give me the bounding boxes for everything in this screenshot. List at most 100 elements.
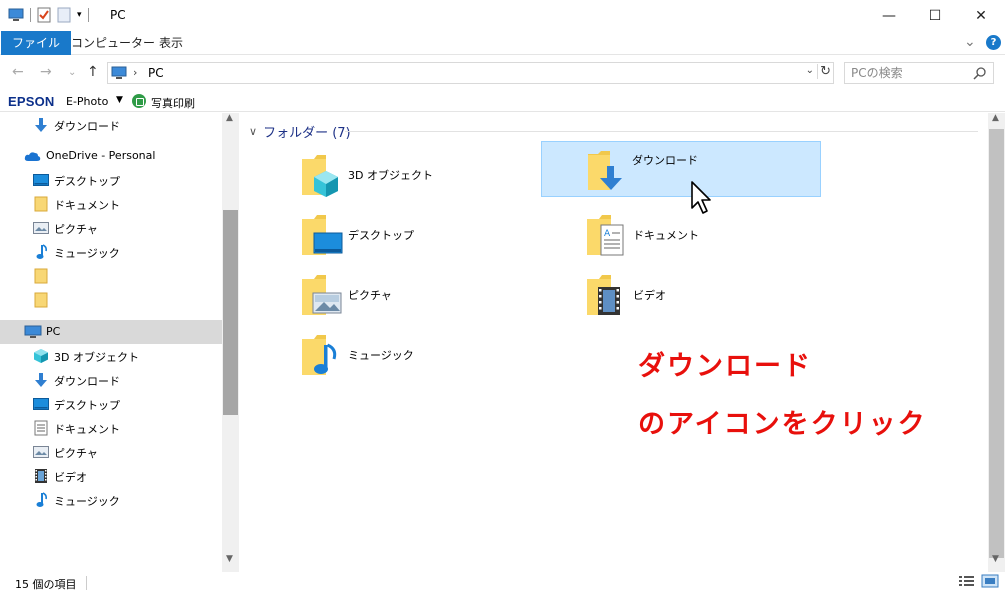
nav-item-label: デスクトップ (54, 175, 120, 188)
download-icon (35, 373, 47, 387)
pc-icon (24, 325, 42, 338)
nav-item-pictures[interactable]: ピクチャ (0, 216, 222, 240)
address-dropdown-icon[interactable]: ⌄ (806, 65, 814, 76)
close-button[interactable]: ✕ (958, 0, 1004, 31)
nav-scrollbar-thumb[interactable] (223, 210, 238, 415)
tab-view[interactable]: 表示 (148, 31, 194, 55)
nav-item-label: ビデオ (54, 471, 87, 484)
search-input[interactable] (845, 63, 965, 83)
folder-label: ダウンロード (632, 154, 698, 167)
nav-item-music[interactable]: ミュージック (0, 240, 222, 264)
nav-item-onedrive[interactable]: OneDrive - Personal (0, 144, 222, 168)
download-icon (35, 118, 47, 132)
folder-downloads[interactable]: ダウンロード (541, 141, 821, 197)
photo-print-button[interactable]: 写真印刷 (151, 95, 195, 111)
folder-documents[interactable]: A ドキュメント (585, 211, 865, 267)
scroll-up-icon[interactable]: ▲ (226, 113, 233, 123)
folder-music[interactable]: ミュージック (300, 331, 580, 387)
chevron-down-icon[interactable]: ∨ (249, 125, 257, 138)
folder-pictures[interactable]: ピクチャ (300, 271, 580, 327)
status-bar: 15 個の項目 (0, 572, 1005, 594)
forward-arrow-icon[interactable]: → (40, 64, 52, 80)
photo-print-icon[interactable] (132, 94, 146, 108)
breadcrumb-chevron-icon[interactable]: › (133, 66, 137, 79)
nav-item-downloads[interactable]: ダウンロード (0, 368, 222, 392)
address-bar[interactable]: › PC ⌄ ↻ (107, 62, 834, 84)
large-icons-view-icon[interactable] (981, 574, 999, 588)
nav-item-documents[interactable]: ドキュメント (0, 416, 222, 440)
window-title: PC (110, 8, 126, 22)
group-header-label: フォルダー (7) (263, 126, 351, 141)
content-scrollbar[interactable]: ▲ ▼ (988, 113, 1005, 572)
scroll-up-icon[interactable]: ▲ (992, 113, 999, 123)
properties-icon[interactable] (37, 7, 51, 23)
folder-label: デスクトップ (348, 229, 414, 242)
picture-icon (33, 446, 49, 458)
svg-text:A: A (604, 229, 611, 239)
nav-item-label: ダウンロード (54, 120, 120, 133)
nav-item-label: ピクチャ (54, 223, 98, 236)
search-icon (973, 67, 986, 80)
new-folder-icon[interactable] (57, 7, 71, 23)
folders-group-header[interactable]: ∨ フォルダー (7) (249, 122, 351, 141)
nav-item-label: ミュージック (54, 495, 120, 508)
refresh-icon[interactable]: ↻ (817, 64, 831, 79)
nav-item-pictures[interactable]: ピクチャ (0, 440, 222, 464)
onedrive-cloud-icon (24, 152, 41, 161)
folder-desktop[interactable]: デスクトップ (300, 211, 580, 267)
ribbon-tabs: ファイル コンピューター 表示 ⌄ ? (0, 31, 1005, 55)
pc-icon (111, 66, 127, 79)
details-view-icon[interactable] (958, 574, 976, 588)
nav-item-3d-objects[interactable]: 3D オブジェクト (0, 344, 222, 368)
folder-label: ビデオ (633, 289, 666, 302)
folder-icon (34, 268, 48, 284)
nav-item-videos[interactable]: ビデオ (0, 464, 222, 488)
recent-locations-icon[interactable]: ⌄ (68, 67, 76, 78)
nav-item-label: 3D オブジェクト (54, 351, 139, 364)
instruction-annotation: ダウンロード のアイコンをクリック (638, 338, 927, 454)
address-row: ← → ⌄ ↑ › PC ⌄ ↻ (0, 56, 1005, 90)
item-count: 15 個の項目 (15, 578, 77, 591)
nav-item-desktop[interactable]: デスクトップ (0, 168, 222, 192)
nav-item-documents[interactable]: ドキュメント (0, 192, 222, 216)
maximize-button[interactable]: ☐ (912, 0, 958, 31)
folder-3d-objects[interactable]: 3D オブジェクト (300, 151, 580, 207)
nav-item-pc[interactable]: PC (0, 320, 222, 344)
picture-icon (33, 222, 49, 234)
back-arrow-icon[interactable]: ← (12, 64, 24, 80)
scroll-down-icon[interactable]: ▼ (992, 554, 999, 564)
folder-videos[interactable]: ビデオ (585, 271, 865, 327)
ephoto-button[interactable]: E-Photo (66, 95, 108, 108)
folder-icon (34, 196, 48, 212)
folder-icon (34, 292, 48, 308)
nav-item-music[interactable]: ミュージック (0, 488, 222, 512)
annotation-line-2: のアイコンをクリック (638, 409, 927, 440)
music-icon (36, 492, 47, 507)
up-arrow-icon[interactable]: ↑ (87, 64, 99, 80)
folder-label: 3D オブジェクト (348, 169, 433, 182)
nav-item-label: OneDrive - Personal (46, 149, 156, 162)
nav-item-label: ピクチャ (54, 447, 98, 460)
search-box[interactable] (844, 62, 994, 84)
nav-item-folder[interactable] (0, 288, 222, 312)
desktop-icon (33, 174, 49, 186)
music-icon (36, 244, 47, 259)
nav-item-desktop[interactable]: デスクトップ (0, 392, 222, 416)
breadcrumb-location[interactable]: PC (148, 66, 164, 80)
ribbon-expand-icon[interactable]: ⌄ (964, 34, 976, 50)
nav-item-folder[interactable] (0, 264, 222, 288)
nav-item-label: ドキュメント (54, 423, 120, 436)
customize-qa-dropdown-icon[interactable]: ▾ (77, 10, 82, 20)
nav-scrollbar[interactable]: ▲ ▼ (222, 113, 239, 572)
nav-item-label: PC (46, 325, 61, 338)
scroll-down-icon[interactable]: ▼ (226, 554, 233, 564)
minimize-button[interactable]: — (866, 0, 912, 31)
epson-logo: EPSON (8, 94, 55, 109)
ephoto-dropdown-icon[interactable]: ▼ (116, 95, 123, 105)
nav-item-downloads[interactable]: ダウンロード (0, 113, 222, 137)
content-scrollbar-thumb[interactable] (989, 129, 1004, 558)
navigation-pane: ダウンロード OneDrive - Personal デスクトップ ドキュメント… (0, 113, 240, 570)
annotation-line-1: ダウンロード (638, 351, 812, 382)
help-icon[interactable]: ? (986, 35, 1001, 50)
pc-icon (8, 8, 24, 21)
